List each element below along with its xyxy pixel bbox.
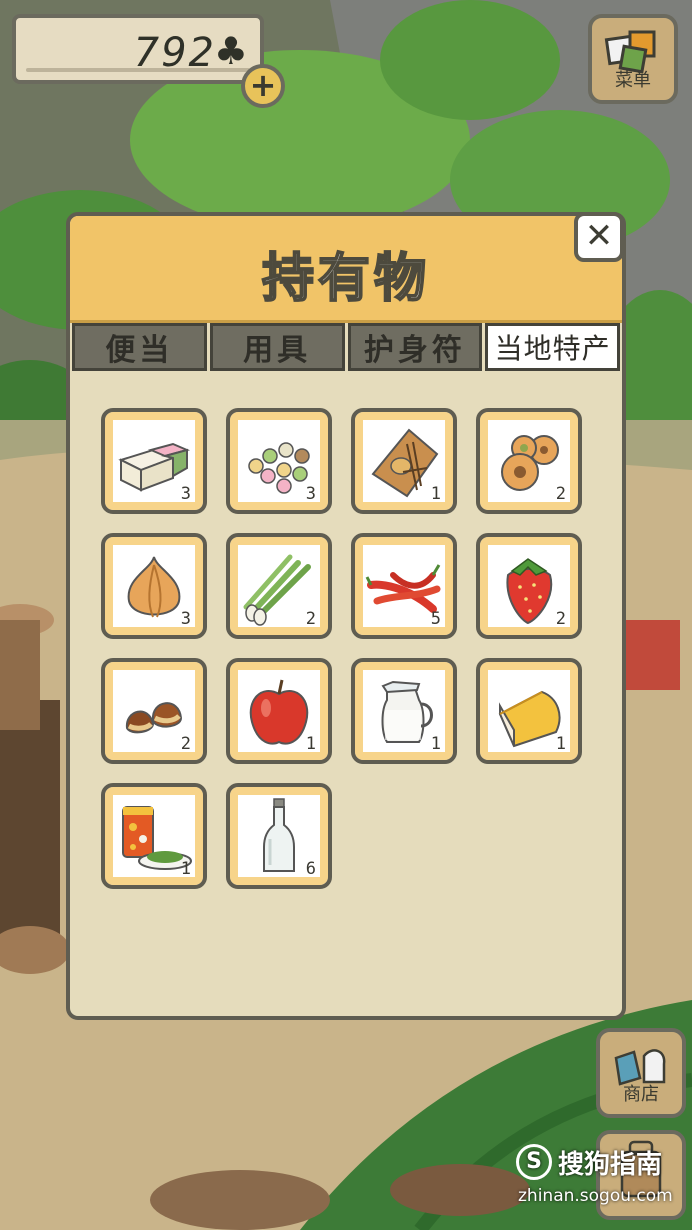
item-quantity: 3: [180, 609, 191, 629]
item-quantity: 1: [305, 734, 316, 754]
clover-icon: ♣: [213, 29, 248, 73]
panel-title: 持有物: [261, 248, 430, 310]
item-slot[interactable]: 2: [226, 533, 332, 639]
item-slot[interactable]: 3: [226, 408, 332, 514]
item-slot[interactable]: 6: [226, 783, 332, 889]
tab-local-specialties[interactable]: 当地特产: [485, 323, 620, 371]
item-grid: 3 3 1 2 3 2 5 2 2 1 1 1 1 6: [101, 408, 601, 889]
item-quantity: 1: [430, 734, 441, 754]
item-slot[interactable]: 5: [351, 533, 457, 639]
item-slot[interactable]: 2: [101, 658, 207, 764]
item-quantity: 1: [180, 859, 191, 879]
item-slot[interactable]: 3: [101, 533, 207, 639]
item-slot[interactable]: 1: [101, 783, 207, 889]
item-quantity: 1: [555, 734, 566, 754]
item-quantity: 1: [430, 484, 441, 504]
clover-counter: 792 ♣: [12, 14, 264, 84]
item-quantity: 2: [555, 484, 566, 504]
counter-underline: [26, 68, 250, 72]
close-button[interactable]: ✕: [574, 212, 624, 262]
add-clover-button[interactable]: +: [241, 64, 285, 108]
watermark-url: zhinan.sogou.com: [518, 1186, 673, 1206]
shop-button[interactable]: 商店: [596, 1028, 686, 1118]
menu-label: 菜单: [615, 70, 651, 91]
item-slot[interactable]: 2: [476, 408, 582, 514]
watermark-logo-icon: S: [516, 1144, 552, 1180]
item-slot[interactable]: 1: [476, 658, 582, 764]
tab-bento[interactable]: 便当: [72, 323, 207, 371]
item-quantity: 6: [305, 859, 316, 879]
menu-button[interactable]: 菜单: [588, 14, 678, 104]
tab-tools[interactable]: 用具: [209, 323, 345, 371]
item-quantity: 2: [555, 609, 566, 629]
inventory-panel: 持有物 便当 用具 护身符 当地特产 3 3 1 2 3 2 5 2 2 1 1…: [66, 212, 626, 1020]
item-slot[interactable]: 2: [476, 533, 582, 639]
item-quantity: 3: [180, 484, 191, 504]
item-quantity: 2: [305, 609, 316, 629]
item-quantity: 5: [430, 609, 441, 629]
item-slot[interactable]: 3: [101, 408, 207, 514]
item-slot[interactable]: 1: [226, 658, 332, 764]
watermark-brand: 搜狗指南: [558, 1150, 663, 1180]
item-slot[interactable]: 1: [351, 658, 457, 764]
tab-charms[interactable]: 护身符: [347, 323, 483, 371]
category-tabs: 便当 用具 护身符 当地特产: [70, 323, 622, 371]
item-quantity: 2: [180, 734, 191, 754]
watermark: S 搜狗指南 zhinan.sogou.com: [512, 1142, 684, 1212]
item-quantity: 3: [305, 484, 316, 504]
shop-label: 商店: [623, 1084, 659, 1105]
item-slot[interactable]: 1: [351, 408, 457, 514]
panel-header: 持有物: [70, 216, 622, 323]
